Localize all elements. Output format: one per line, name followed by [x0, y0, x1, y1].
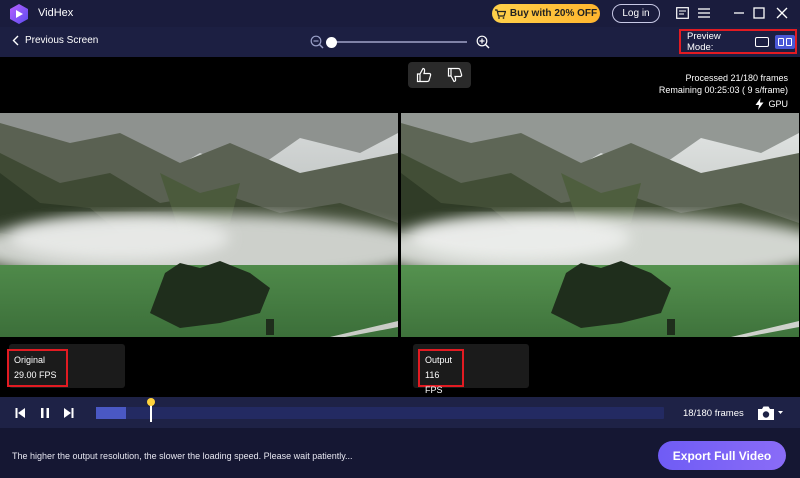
app-logo	[10, 4, 28, 24]
minimize-icon[interactable]	[731, 5, 747, 21]
chevron-left-icon	[12, 35, 19, 46]
preview-mode-label: Preview Mode:	[687, 30, 721, 53]
previous-screen-label: Previous Screen	[25, 35, 99, 46]
thumbs-up-icon[interactable]	[416, 67, 432, 83]
playhead-handle[interactable]	[147, 398, 155, 406]
login-button[interactable]: Log in	[612, 4, 660, 23]
thumbs-down-icon[interactable]	[447, 67, 463, 83]
output-info: Output 116 FPS	[418, 349, 464, 395]
output-fps: 116 FPS	[425, 370, 443, 395]
gpu-label: GPU	[768, 99, 788, 109]
single-view-icon[interactable]	[755, 36, 770, 47]
gpu-indicator: GPU	[755, 98, 788, 110]
output-video-frame	[401, 113, 799, 337]
original-fps: 29.00 FPS	[14, 370, 57, 380]
lightning-icon	[755, 98, 764, 110]
close-icon[interactable]	[774, 5, 790, 21]
cart-icon	[494, 8, 506, 19]
zoom-out-icon[interactable]	[310, 35, 324, 49]
zoom-slider-handle[interactable]	[326, 37, 337, 48]
output-label: Output	[425, 355, 453, 365]
processing-status: Processed 21/180 frames Remaining 00:25:…	[659, 72, 788, 96]
frame-counter: 18/180 frames	[683, 408, 744, 419]
buy-button-label: Buy with 20% OFF	[509, 8, 598, 19]
title-bar: VidHex Buy with 20% OFF Log in	[0, 0, 800, 27]
timeline-processed-fill	[96, 407, 126, 419]
previous-screen-button[interactable]: Previous Screen	[12, 35, 98, 46]
next-frame-icon[interactable]	[61, 407, 75, 419]
previous-frame-icon[interactable]	[14, 407, 28, 419]
maximize-icon[interactable]	[751, 5, 767, 21]
zoom-slider-track[interactable]	[331, 41, 467, 43]
screenshot-button[interactable]	[757, 405, 785, 421]
chevron-down-icon	[778, 411, 783, 414]
export-full-video-button[interactable]: Export Full Video	[658, 441, 786, 470]
preview-mode-group: Preview Mode:	[679, 29, 797, 54]
buy-discount-button[interactable]: Buy with 20% OFF	[492, 4, 600, 23]
remaining-time-text: Remaining 00:25:03 ( 9 s/frame)	[658, 85, 788, 95]
zoom-in-icon[interactable]	[476, 35, 490, 49]
original-video-frame	[0, 113, 398, 337]
feedback-group	[408, 62, 471, 88]
original-info: Original 29.00 FPS	[7, 349, 68, 387]
timeline-track[interactable]	[96, 407, 664, 419]
processed-frames-text: Processed 21/180 frames	[685, 73, 788, 83]
pause-icon[interactable]	[38, 407, 52, 419]
camera-icon	[758, 406, 783, 420]
original-label: Original	[14, 355, 46, 365]
menu-icon[interactable]	[696, 5, 712, 21]
loading-hint: The higher the output resolution, the sl…	[12, 451, 353, 461]
preview-area: Processed 21/180 frames Remaining 00:25:…	[0, 57, 800, 397]
split-view-icon[interactable]	[775, 34, 795, 49]
feedback-icon[interactable]	[674, 5, 690, 21]
app-name: VidHex	[38, 7, 74, 19]
